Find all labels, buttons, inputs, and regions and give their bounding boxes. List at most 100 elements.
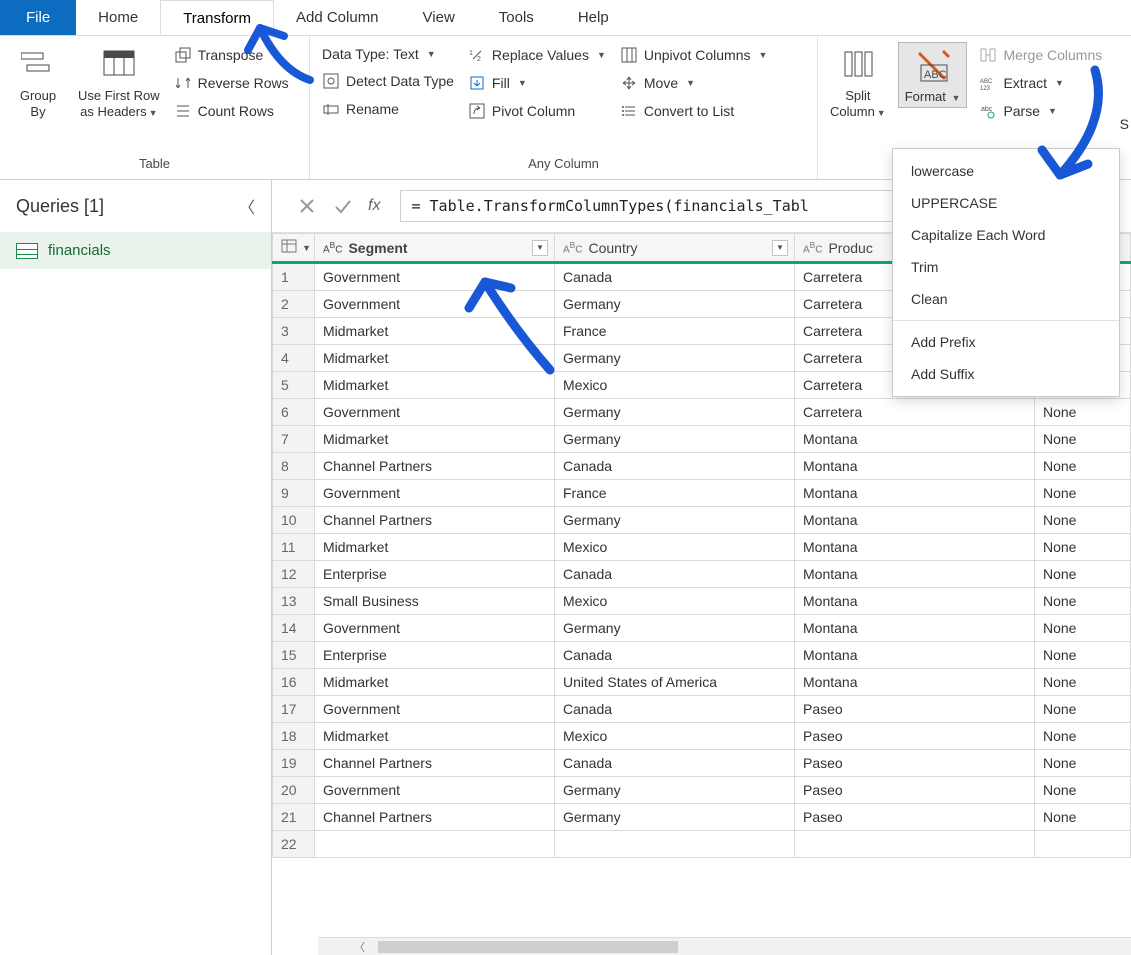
reverse-rows-button[interactable]: Reverse Rows: [172, 72, 291, 94]
format-button[interactable]: ABC Format ▼: [898, 42, 968, 108]
row-number[interactable]: 19: [273, 750, 315, 777]
parse-button[interactable]: abc Parse▼: [977, 100, 1104, 122]
cell[interactable]: Mexico: [555, 588, 795, 615]
cell[interactable]: Montana: [795, 507, 1035, 534]
cell[interactable]: Midmarket: [315, 723, 555, 750]
row-number[interactable]: 15: [273, 642, 315, 669]
row-number[interactable]: 22: [273, 831, 315, 858]
tab-add-column[interactable]: Add Column: [274, 0, 401, 35]
table-row[interactable]: 20GovernmentGermanyPaseoNone: [273, 777, 1131, 804]
tab-help[interactable]: Help: [556, 0, 631, 35]
convert-to-list-button[interactable]: Convert to List: [618, 100, 770, 122]
cell[interactable]: Canada: [555, 696, 795, 723]
cell[interactable]: Montana: [795, 588, 1035, 615]
cell[interactable]: Montana: [795, 561, 1035, 588]
format-trim[interactable]: Trim: [893, 251, 1119, 283]
column-header-segment[interactable]: ABC Segment ▼: [315, 234, 555, 263]
row-number[interactable]: 9: [273, 480, 315, 507]
fx-icon[interactable]: fx: [368, 197, 380, 215]
cell[interactable]: Carretera: [795, 399, 1035, 426]
cell[interactable]: United States of America: [555, 669, 795, 696]
cell[interactable]: Channel Partners: [315, 453, 555, 480]
cell[interactable]: Montana: [795, 615, 1035, 642]
extract-button[interactable]: ABC123 Extract▼: [977, 72, 1104, 94]
cell[interactable]: None: [1035, 696, 1131, 723]
data-type-button[interactable]: Data Type: Text▼: [320, 44, 456, 64]
transpose-button[interactable]: Transpose: [172, 44, 291, 66]
cell[interactable]: Midmarket: [315, 318, 555, 345]
tab-file[interactable]: File: [0, 0, 76, 35]
cell[interactable]: Germany: [555, 399, 795, 426]
cell[interactable]: Canada: [555, 263, 795, 291]
table-row[interactable]: 10Channel PartnersGermanyMontanaNone: [273, 507, 1131, 534]
cell[interactable]: Midmarket: [315, 534, 555, 561]
cell[interactable]: Canada: [555, 561, 795, 588]
cell[interactable]: Germany: [555, 615, 795, 642]
cell[interactable]: Government: [315, 399, 555, 426]
merge-columns-button[interactable]: Merge Columns: [977, 44, 1104, 66]
row-number[interactable]: 21: [273, 804, 315, 831]
formula-cancel-icon[interactable]: [296, 195, 318, 217]
row-number[interactable]: 8: [273, 453, 315, 480]
cell[interactable]: Government: [315, 263, 555, 291]
table-row[interactable]: 14GovernmentGermanyMontanaNone: [273, 615, 1131, 642]
cell[interactable]: None: [1035, 750, 1131, 777]
row-number[interactable]: 18: [273, 723, 315, 750]
cell[interactable]: Government: [315, 615, 555, 642]
table-row[interactable]: 21Channel PartnersGermanyPaseoNone: [273, 804, 1131, 831]
cell[interactable]: Germany: [555, 345, 795, 372]
cell[interactable]: None: [1035, 615, 1131, 642]
tab-tools[interactable]: Tools: [477, 0, 556, 35]
cell[interactable]: [795, 831, 1035, 858]
cell[interactable]: None: [1035, 642, 1131, 669]
column-filter-icon[interactable]: ▼: [772, 240, 788, 256]
format-add-suffix[interactable]: Add Suffix: [893, 358, 1119, 390]
cell[interactable]: Germany: [555, 426, 795, 453]
cell[interactable]: Montana: [795, 480, 1035, 507]
tab-transform[interactable]: Transform: [160, 0, 274, 35]
cell[interactable]: France: [555, 318, 795, 345]
format-add-prefix[interactable]: Add Prefix: [893, 326, 1119, 358]
cell[interactable]: Midmarket: [315, 669, 555, 696]
row-number[interactable]: 16: [273, 669, 315, 696]
cell[interactable]: Canada: [555, 453, 795, 480]
cell[interactable]: Midmarket: [315, 372, 555, 399]
row-selector-header[interactable]: ▼: [273, 234, 315, 263]
row-number[interactable]: 14: [273, 615, 315, 642]
table-row[interactable]: 8Channel PartnersCanadaMontanaNone: [273, 453, 1131, 480]
row-number[interactable]: 13: [273, 588, 315, 615]
cell[interactable]: None: [1035, 534, 1131, 561]
cell[interactable]: None: [1035, 804, 1131, 831]
table-row[interactable]: 22: [273, 831, 1131, 858]
cell[interactable]: Montana: [795, 453, 1035, 480]
cell[interactable]: None: [1035, 453, 1131, 480]
row-number[interactable]: 11: [273, 534, 315, 561]
cell[interactable]: Canada: [555, 750, 795, 777]
cell[interactable]: Germany: [555, 507, 795, 534]
cell[interactable]: None: [1035, 669, 1131, 696]
row-number[interactable]: 12: [273, 561, 315, 588]
table-row[interactable]: 11MidmarketMexicoMontanaNone: [273, 534, 1131, 561]
rename-button[interactable]: Rename: [320, 98, 456, 120]
cell[interactable]: Government: [315, 480, 555, 507]
cell[interactable]: [315, 831, 555, 858]
formula-commit-icon[interactable]: [332, 195, 354, 217]
row-number[interactable]: 3: [273, 318, 315, 345]
tab-home[interactable]: Home: [76, 0, 160, 35]
cell[interactable]: Germany: [555, 777, 795, 804]
table-row[interactable]: 17GovernmentCanadaPaseoNone: [273, 696, 1131, 723]
cell[interactable]: Paseo: [795, 804, 1035, 831]
cell[interactable]: Midmarket: [315, 345, 555, 372]
pivot-column-button[interactable]: Pivot Column: [466, 100, 608, 122]
cell[interactable]: Midmarket: [315, 426, 555, 453]
cell[interactable]: Government: [315, 696, 555, 723]
cell[interactable]: Germany: [555, 804, 795, 831]
cell[interactable]: Government: [315, 777, 555, 804]
table-row[interactable]: 7MidmarketGermanyMontanaNone: [273, 426, 1131, 453]
count-rows-button[interactable]: Count Rows: [172, 100, 291, 122]
row-number[interactable]: 10: [273, 507, 315, 534]
row-number[interactable]: 17: [273, 696, 315, 723]
cell[interactable]: Paseo: [795, 777, 1035, 804]
cell[interactable]: Government: [315, 291, 555, 318]
cell[interactable]: [555, 831, 795, 858]
